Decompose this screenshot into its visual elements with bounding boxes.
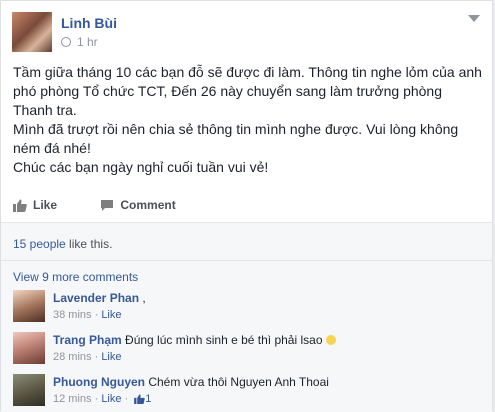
post-actions: Like Comment [13,198,216,215]
likes-text: 15 people like this. [13,237,112,251]
post-options-chevron-down-icon[interactable] [468,15,480,22]
comment-like-button[interactable]: Like [101,309,121,321]
comment-author[interactable]: Trang Phạm [53,333,122,347]
comment-like-button[interactable]: Like [101,393,121,405]
post-body: Tầm giữa tháng 10 các bạn đỗ sẽ được đi … [13,63,485,177]
comment-button[interactable]: Comment [100,198,176,212]
audience-globe-icon [61,37,71,47]
post-timestamp[interactable]: 1 hr [77,35,98,49]
meta-separator: · [91,309,102,321]
author-avatar[interactable] [12,12,52,52]
thumbs-up-icon [134,394,145,407]
comment-author[interactable]: Phuong Nguyen [53,375,145,389]
post-author-name[interactable]: Linh Bùi [61,15,117,31]
comment-button-label: Comment [120,198,176,212]
comment-time[interactable]: 12 mins [53,393,92,405]
likes-count-link[interactable]: 15 people [13,237,66,251]
comment-author[interactable]: Lavender Phan [53,291,139,305]
comment-like-button[interactable]: Like [101,351,121,363]
thumbs-up-icon [13,199,27,212]
meta-separator: · [91,351,102,363]
comment-text: , [142,291,146,305]
post-paragraph: Chúc các bạn ngày nghỉ cuối tuần vui vẻ! [13,159,269,175]
meta-separator: · [91,393,102,405]
emoji-icon [325,335,336,345]
view-more-comments-link[interactable]: View 9 more comments [13,270,138,284]
comment-like-count[interactable]: 1 [145,393,151,405]
post-meta: 1 hr [61,35,98,49]
comment-time[interactable]: 28 mins [53,351,92,363]
comment-time[interactable]: 38 mins [53,309,92,321]
meta-separator: · [121,393,132,405]
likes-suffix: like this. [65,237,113,251]
likes-summary: 15 people like this. [1,222,492,261]
commenter-avatar[interactable] [13,374,45,406]
comments-section: View 9 more comments Lavender Phan , 38 … [1,260,492,412]
like-button-label: Like [33,198,58,212]
comment-bubble-icon [101,199,114,211]
post-card: Linh Bùi 1 hr Tầm giữa tháng 10 các bạn … [0,0,493,412]
post-paragraph: Mình đã trượt rồi nên chia sẻ thông tin … [13,121,459,156]
post-paragraph: Tầm giữa tháng 10 các bạn đỗ sẽ được đi … [13,64,482,118]
commenter-avatar[interactable] [13,290,45,322]
like-button[interactable]: Like [13,198,57,212]
commenter-avatar[interactable] [13,332,45,364]
comment-text: Chém vừa thôi Nguyen Anh Thoai [148,375,329,389]
comment-text: Đúng lúc mình sinh e bé thì phải lsao [125,333,323,347]
